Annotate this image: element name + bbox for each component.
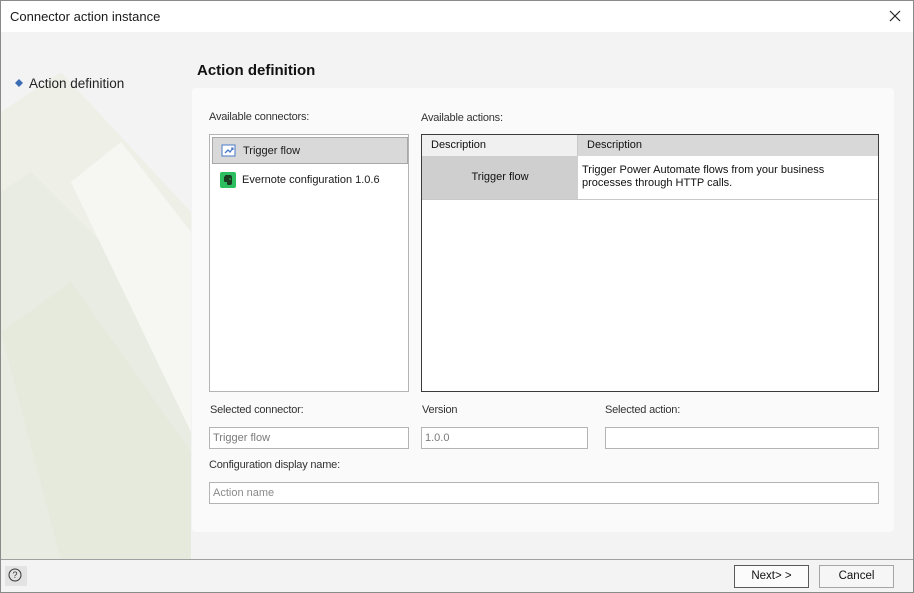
- table-row[interactable]: Trigger flow Trigger Power Automate flow…: [422, 156, 878, 200]
- column-header-description[interactable]: Description: [578, 135, 878, 156]
- available-connectors-label: Available connectors:: [209, 111, 310, 123]
- diamond-bullet-icon: [15, 79, 23, 87]
- close-icon: [889, 10, 901, 22]
- config-display-name-input[interactable]: [209, 482, 879, 504]
- connector-item-label: Evernote configuration 1.0.6: [242, 173, 380, 186]
- available-actions-label: Available actions:: [421, 112, 503, 124]
- help-icon: ?: [8, 568, 22, 582]
- selected-connector-field[interactable]: [209, 427, 409, 449]
- evernote-icon: [220, 171, 236, 188]
- selected-action-label: Selected action:: [605, 404, 681, 416]
- action-name-cell: Trigger flow: [422, 156, 578, 199]
- connector-list[interactable]: Trigger flow Evernote configuration 1.0.…: [209, 134, 409, 392]
- selected-connector-label: Selected connector:: [210, 404, 304, 416]
- actions-grid[interactable]: Description Description Trigger flow Tri…: [421, 134, 879, 392]
- action-description-cell: Trigger Power Automate flows from your b…: [578, 156, 878, 199]
- config-display-name-label: Configuration display name:: [209, 459, 340, 471]
- column-header-name[interactable]: Description: [422, 135, 578, 156]
- selected-action-field[interactable]: [605, 427, 879, 449]
- title-bar: Connector action instance: [1, 1, 913, 32]
- flow-trigger-icon: [221, 144, 236, 156]
- version-label: Version: [422, 404, 458, 416]
- next-button[interactable]: Next> >: [734, 565, 809, 588]
- close-button[interactable]: [883, 4, 907, 28]
- nav-item-label: Action definition: [29, 75, 125, 91]
- grid-header: Description Description: [422, 135, 878, 156]
- dialog-window: Connector action instance Action definit…: [0, 0, 914, 593]
- help-button[interactable]: ?: [5, 566, 27, 586]
- cancel-button[interactable]: Cancel: [819, 565, 894, 588]
- svg-text:?: ?: [12, 570, 17, 580]
- page-title: Action definition: [197, 62, 316, 79]
- nav-item-action-definition[interactable]: Action definition: [15, 74, 124, 92]
- connector-item-evernote[interactable]: Evernote configuration 1.0.6: [212, 166, 408, 193]
- window-title: Connector action instance: [10, 9, 161, 24]
- connector-item-label: Trigger flow: [243, 144, 301, 157]
- version-field[interactable]: [421, 427, 588, 449]
- connector-item-trigger-flow[interactable]: Trigger flow: [212, 137, 408, 164]
